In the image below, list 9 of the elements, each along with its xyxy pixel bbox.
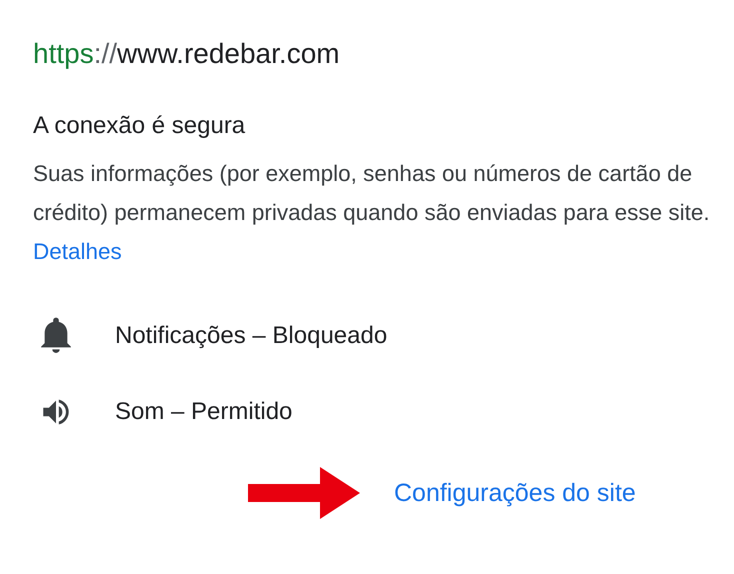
- arrow-icon: [248, 467, 360, 519]
- site-settings-link[interactable]: Configurações do site: [394, 477, 636, 509]
- details-link[interactable]: Detalhes: [33, 239, 122, 264]
- bell-icon: [39, 317, 73, 355]
- permission-label: Notificações – Bloqueado: [115, 321, 388, 351]
- connection-description: Suas informações (por exemplo, senhas ou números de cartão de crédito) permanecem privadas quando são enviadas para esse site. Detalhes: [33, 160, 711, 266]
- url-text: https://www.redebar.com: [33, 37, 340, 71]
- connection-title: A conexão é segura: [33, 111, 246, 141]
- permission-label: Som – Permitido: [115, 397, 292, 427]
